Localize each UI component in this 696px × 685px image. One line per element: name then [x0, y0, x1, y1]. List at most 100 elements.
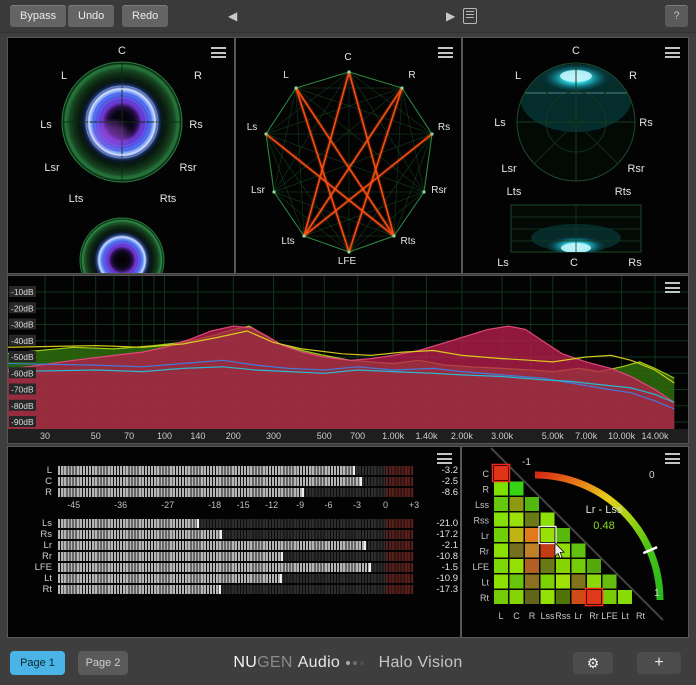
matrix-cell-Lt-C[interactable] [510, 575, 524, 589]
matrix-cell-LFE-Rr[interactable] [587, 559, 601, 573]
matrix-cell-Lt-Rr[interactable] [587, 575, 601, 589]
matrix-cell-LFE-R[interactable] [525, 559, 539, 573]
web-edge [402, 88, 432, 134]
location-label-rts: Rts [615, 186, 632, 198]
undo-button[interactable]: Undo [68, 5, 114, 27]
meter-value: -21.0 [420, 519, 458, 528]
matrix-cell-Rt-Rss[interactable] [556, 590, 570, 604]
meter-scale-label: -12 [265, 500, 278, 510]
freq-tick-label: 100 [157, 431, 172, 441]
matrix-cell-Rss-R[interactable] [525, 513, 539, 527]
matrix-cell-Lr-Rss[interactable] [556, 528, 570, 542]
matrix-cell-Lt-Lss[interactable] [541, 575, 555, 589]
matrix-cell-LFE-C[interactable] [510, 559, 524, 573]
matrix-col-label-Rss: Rss [555, 611, 571, 621]
matrix-cell-Lr-C[interactable] [510, 528, 524, 542]
matrix-cell-C-L[interactable] [494, 466, 508, 480]
meter-red-zone [386, 519, 414, 528]
web-edge [394, 192, 424, 236]
panel-menu-icon[interactable] [211, 47, 226, 58]
correlation-web-graphic: CLRLsRsLsrRsrLtsRtsLFE [236, 38, 461, 273]
surround-label-c: C [118, 45, 126, 57]
db-tick-label: -30dB [11, 320, 34, 330]
matrix-cell-Lr-L[interactable] [494, 528, 508, 542]
matrix-cell-Rt-C[interactable] [510, 590, 524, 604]
matrix-cell-Rr-L[interactable] [494, 544, 508, 558]
matrix-row-label-LFE: LFE [472, 562, 489, 572]
settings-button[interactable]: ⚙ [573, 652, 613, 674]
matrix-cell-Rr-Lr[interactable] [572, 544, 586, 558]
matrix-cell-LFE-Lr[interactable] [572, 559, 586, 573]
location-label-lts: Lts [507, 186, 522, 198]
freq-tick-label: 3.00k [491, 431, 514, 441]
matrix-cell-Lt-L[interactable] [494, 575, 508, 589]
web-edge [349, 72, 402, 88]
redo-button[interactable]: Redo [122, 5, 168, 27]
gauge-max-label: 1 [654, 588, 660, 599]
meter-scale-label: -9 [296, 500, 304, 510]
matrix-cell-Lr-R[interactable] [525, 528, 539, 542]
matrix-cell-Lss-C[interactable] [510, 497, 524, 511]
meter-channel-label: C [8, 477, 52, 486]
bypass-button[interactable]: Bypass [10, 5, 66, 27]
matrix-cell-LFE-Lss[interactable] [541, 559, 555, 573]
matrix-cell-Lr-Lss[interactable] [541, 528, 555, 542]
surround-label-rsr: Rsr [179, 162, 196, 174]
db-tick-label: -50dB [11, 352, 34, 362]
matrix-cell-Lt-R[interactable] [525, 575, 539, 589]
matrix-cell-Rt-Lt[interactable] [618, 590, 632, 604]
matrix-cell-Rr-Lss[interactable] [541, 544, 555, 558]
correlation-matrix-graphic: CRLssRssLrRrLFELtRtLCRLssRssLrRrLFELtRt … [462, 447, 688, 637]
matrix-cell-Rr-R[interactable] [525, 544, 539, 558]
matrix-cell-Rr-C[interactable] [510, 544, 524, 558]
matrix-cell-LFE-Rss[interactable] [556, 559, 570, 573]
matrix-cell-Rt-LFE[interactable] [603, 590, 617, 604]
add-module-button[interactable]: + [637, 652, 681, 674]
matrix-cell-LFE-L[interactable] [494, 559, 508, 573]
meter-scale-label: 0 [383, 500, 388, 510]
next-preset-icon[interactable]: ▶ [446, 9, 455, 23]
matrix-cell-Rt-R[interactable] [525, 590, 539, 604]
matrix-cell-R-C[interactable] [510, 482, 524, 496]
panel-menu-icon[interactable] [437, 453, 452, 464]
matrix-row-label-Lr: Lr [481, 531, 489, 541]
web-edge [266, 134, 274, 192]
matrix-cell-Lss-R[interactable] [525, 497, 539, 511]
web-node-R [400, 86, 403, 89]
previous-preset-icon[interactable]: ◀ [228, 9, 237, 23]
meter-rows: L-3.2C-2.5R-8.6Ls-21.0Rs-17.2Lr-2.1Rr-10… [8, 447, 460, 637]
matrix-cell-Lt-Lr[interactable] [572, 575, 586, 589]
freq-tick-label: 1.00k [382, 431, 405, 441]
panel-menu-icon[interactable] [665, 47, 680, 58]
matrix-col-label-Rt: Rt [636, 611, 645, 621]
help-button[interactable]: ? [665, 5, 688, 27]
matrix-cell-Rt-Lr[interactable] [572, 590, 586, 604]
matrix-cell-Rt-Lss[interactable] [541, 590, 555, 604]
matrix-cell-Rss-L[interactable] [494, 513, 508, 527]
meter-red-zone [386, 574, 414, 583]
meter-fill [58, 466, 355, 475]
panel-menu-icon[interactable] [665, 282, 680, 293]
spectrum-analyzer-panel: 3050701001402003005007001.00k1.40k2.00k3… [8, 276, 688, 443]
matrix-cell-Lt-LFE[interactable] [603, 575, 617, 589]
matrix-cell-Rss-Lss[interactable] [541, 513, 555, 527]
web-label-Rts: Rts [401, 236, 416, 247]
matrix-cell-Rt-Rr[interactable] [587, 590, 601, 604]
matrix-cell-Lss-L[interactable] [494, 497, 508, 511]
matrix-col-label-Lss: Lss [540, 611, 555, 621]
db-tick-label: -70dB [11, 385, 34, 395]
matrix-cell-Rss-C[interactable] [510, 513, 524, 527]
web-node-LFE [347, 250, 350, 253]
preset-list-icon[interactable] [463, 8, 477, 24]
meter-row-LFE: LFE-1.5 [8, 563, 460, 572]
location-label-c: C [572, 45, 580, 57]
matrix-cell-Rt-L[interactable] [494, 590, 508, 604]
panel-menu-icon[interactable] [665, 453, 680, 464]
surround-label-rs: Rs [189, 119, 203, 131]
matrix-cell-R-L[interactable] [494, 482, 508, 496]
matrix-cell-Lt-Rss[interactable] [556, 575, 570, 589]
panel-menu-icon[interactable] [438, 47, 453, 58]
web-node-Lts [302, 234, 305, 237]
web-label-Rsr: Rsr [431, 185, 447, 196]
brand-nu: NU [233, 654, 257, 671]
